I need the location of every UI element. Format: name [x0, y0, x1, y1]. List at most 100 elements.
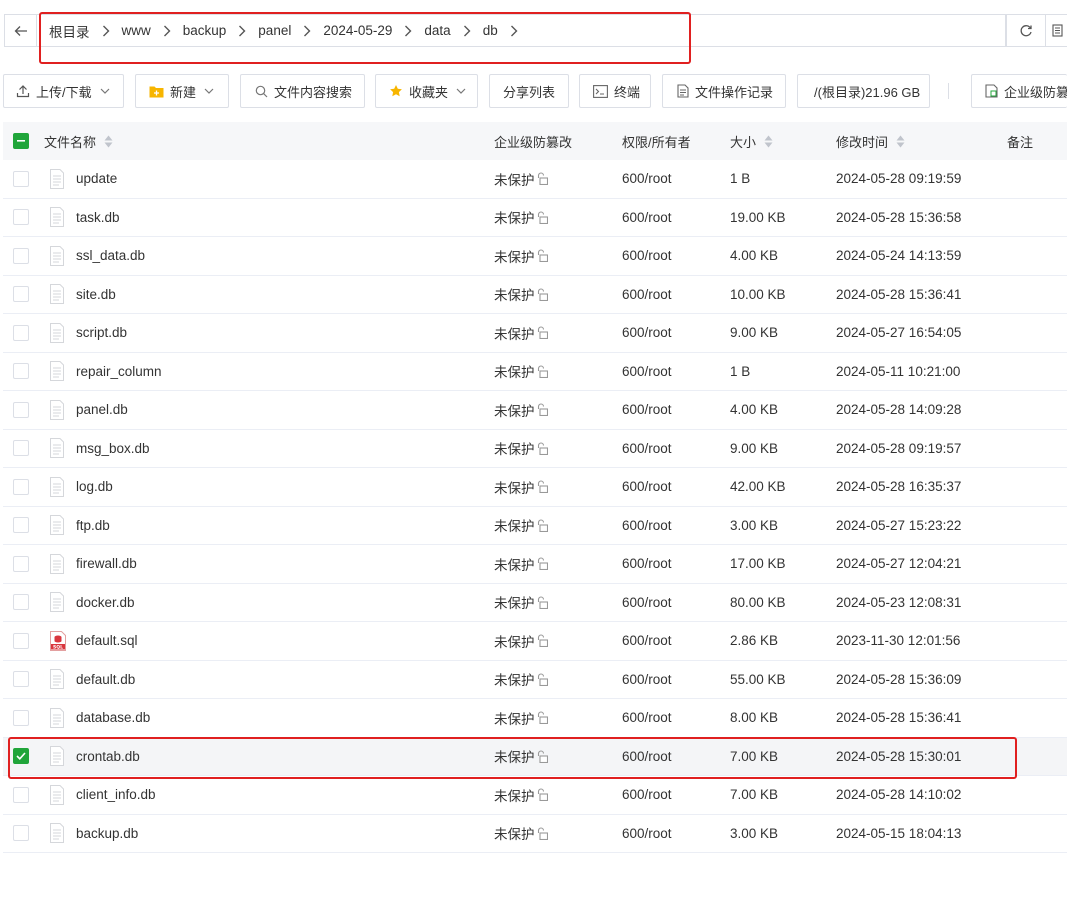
table-row[interactable]: SQL default.sql 未保护 600/root 2.86 KB 2023-11-… — [3, 622, 1067, 661]
share-list-button[interactable]: 分享列表 — [489, 74, 569, 108]
protect-status[interactable]: 未保护 — [494, 622, 548, 660]
permission[interactable]: 600/root — [622, 661, 672, 699]
permission[interactable]: 600/root — [622, 314, 672, 352]
file-name[interactable]: docker.db — [76, 584, 135, 622]
row-checkbox[interactable] — [13, 738, 29, 776]
terminal-button[interactable]: 终端 — [579, 74, 651, 108]
col-mtime-header[interactable]: 修改时间 — [836, 122, 905, 160]
file-name[interactable]: log.db — [76, 468, 113, 506]
table-row[interactable]: crontab.db 未保护 600/root 7.00 KB 2024-05-28 1… — [3, 737, 1067, 776]
row-checkbox[interactable] — [13, 507, 29, 545]
file-name[interactable]: crontab.db — [76, 738, 140, 776]
select-all-checkbox[interactable] — [13, 122, 29, 160]
breadcrumb-item[interactable]: db — [483, 23, 530, 38]
back-button[interactable] — [4, 14, 36, 47]
new-button[interactable]: 新建 — [135, 74, 229, 108]
row-checkbox[interactable] — [13, 391, 29, 429]
file-name[interactable]: backup.db — [76, 815, 138, 853]
row-checkbox[interactable] — [13, 237, 29, 275]
row-checkbox[interactable] — [13, 160, 29, 198]
protect-status[interactable]: 未保护 — [494, 314, 548, 352]
breadcrumb-item[interactable]: 2024-05-29 — [323, 23, 424, 38]
table-row[interactable]: update 未保护 600/root 1 B 2024-05-28 09:19:59 — [3, 160, 1067, 199]
table-row[interactable]: client_info.db 未保护 600/root 7.00 KB 2024-05-… — [3, 776, 1067, 815]
breadcrumb-item[interactable]: www — [122, 23, 183, 38]
table-row[interactable]: ftp.db 未保护 600/root 3.00 KB 2024-05-27 15:23… — [3, 507, 1067, 545]
permission[interactable]: 600/root — [622, 622, 672, 660]
table-row[interactable]: backup.db 未保护 600/root 3.00 KB 2024-05-15 18… — [3, 815, 1067, 853]
refresh-button[interactable] — [1006, 14, 1046, 47]
row-checkbox[interactable] — [13, 199, 29, 237]
row-checkbox[interactable] — [13, 584, 29, 622]
row-checkbox[interactable] — [13, 699, 29, 737]
permission[interactable]: 600/root — [622, 776, 672, 814]
row-checkbox[interactable] — [13, 776, 29, 814]
protect-status[interactable]: 未保护 — [494, 776, 548, 814]
permission[interactable]: 600/root — [622, 738, 672, 776]
operation-log-button[interactable]: 文件操作记录 — [662, 74, 786, 108]
file-name[interactable]: default.sql — [76, 622, 138, 660]
disk-usage-button[interactable]: /(根目录)21.96 GB — [797, 74, 930, 108]
table-row[interactable]: ssl_data.db 未保护 600/root 4.00 KB 2024-05-24 … — [3, 237, 1067, 276]
copy-path-button[interactable] — [1046, 14, 1067, 47]
protect-status[interactable]: 未保护 — [494, 699, 548, 737]
file-name[interactable]: msg_box.db — [76, 430, 150, 468]
table-row[interactable]: database.db 未保护 600/root 8.00 KB 2024-05-28 … — [3, 699, 1067, 738]
col-size-header[interactable]: 大小 — [730, 122, 773, 160]
file-name[interactable]: script.db — [76, 314, 127, 352]
row-checkbox[interactable] — [13, 622, 29, 660]
row-checkbox[interactable] — [13, 468, 29, 506]
protect-status[interactable]: 未保护 — [494, 353, 548, 391]
breadcrumb-item[interactable]: data — [424, 23, 482, 38]
table-row[interactable]: msg_box.db 未保护 600/root 9.00 KB 2024-05-28 0… — [3, 430, 1067, 468]
file-name[interactable]: ssl_data.db — [76, 237, 145, 275]
protect-status[interactable]: 未保护 — [494, 160, 548, 198]
file-name[interactable]: client_info.db — [76, 776, 156, 814]
permission[interactable]: 600/root — [622, 160, 672, 198]
permission[interactable]: 600/root — [622, 584, 672, 622]
file-name[interactable]: repair_column — [76, 353, 162, 391]
protect-status[interactable]: 未保护 — [494, 661, 548, 699]
permission[interactable]: 600/root — [622, 237, 672, 275]
content-search-button[interactable]: 文件内容搜索 — [240, 74, 365, 108]
permission[interactable]: 600/root — [622, 545, 672, 583]
permission[interactable]: 600/root — [622, 276, 672, 314]
table-row[interactable]: panel.db 未保护 600/root 4.00 KB 2024-05-28 14:… — [3, 391, 1067, 430]
protect-status[interactable]: 未保护 — [494, 237, 548, 275]
permission[interactable]: 600/root — [622, 815, 672, 853]
table-row[interactable]: firewall.db 未保护 600/root 17.00 KB 2024-05-27… — [3, 545, 1067, 584]
breadcrumb-item[interactable]: panel — [258, 23, 323, 38]
row-checkbox[interactable] — [13, 276, 29, 314]
table-row[interactable]: default.db 未保护 600/root 55.00 KB 2024-05-28 … — [3, 661, 1067, 699]
file-name[interactable]: ftp.db — [76, 507, 110, 545]
file-name[interactable]: panel.db — [76, 391, 128, 429]
table-row[interactable]: task.db 未保护 600/root 19.00 KB 2024-05-28 15:… — [3, 199, 1067, 237]
protect-status[interactable]: 未保护 — [494, 276, 548, 314]
table-row[interactable]: log.db 未保护 600/root 42.00 KB 2024-05-28 16:3… — [3, 468, 1067, 507]
file-name[interactable]: site.db — [76, 276, 116, 314]
row-checkbox[interactable] — [13, 430, 29, 468]
file-name[interactable]: update — [76, 160, 117, 198]
breadcrumb-item[interactable]: 根目录 — [49, 21, 122, 41]
table-row[interactable]: repair_column 未保护 600/root 1 B 2024-05-11 10… — [3, 353, 1067, 391]
favorites-button[interactable]: 收藏夹 — [375, 74, 478, 108]
row-checkbox[interactable] — [13, 661, 29, 699]
permission[interactable]: 600/root — [622, 699, 672, 737]
permission[interactable]: 600/root — [622, 199, 672, 237]
protect-status[interactable]: 未保护 — [494, 738, 548, 776]
tamper-protection-button[interactable]: 企业级防篡改 — [971, 74, 1067, 108]
protect-status[interactable]: 未保护 — [494, 391, 548, 429]
file-name[interactable]: task.db — [76, 199, 120, 237]
protect-status[interactable]: 未保护 — [494, 430, 548, 468]
protect-status[interactable]: 未保护 — [494, 507, 548, 545]
row-checkbox[interactable] — [13, 353, 29, 391]
table-row[interactable]: script.db 未保护 600/root 9.00 KB 2024-05-27 16… — [3, 314, 1067, 353]
protect-status[interactable]: 未保护 — [494, 815, 548, 853]
table-row[interactable]: site.db 未保护 600/root 10.00 KB 2024-05-28 15:… — [3, 276, 1067, 314]
protect-status[interactable]: 未保护 — [494, 199, 548, 237]
row-checkbox[interactable] — [13, 545, 29, 583]
permission[interactable]: 600/root — [622, 468, 672, 506]
table-row[interactable]: docker.db 未保护 600/root 80.00 KB 2024-05-23 1… — [3, 584, 1067, 622]
file-name[interactable]: default.db — [76, 661, 135, 699]
upload-download-button[interactable]: 上传/下载 — [3, 74, 124, 108]
